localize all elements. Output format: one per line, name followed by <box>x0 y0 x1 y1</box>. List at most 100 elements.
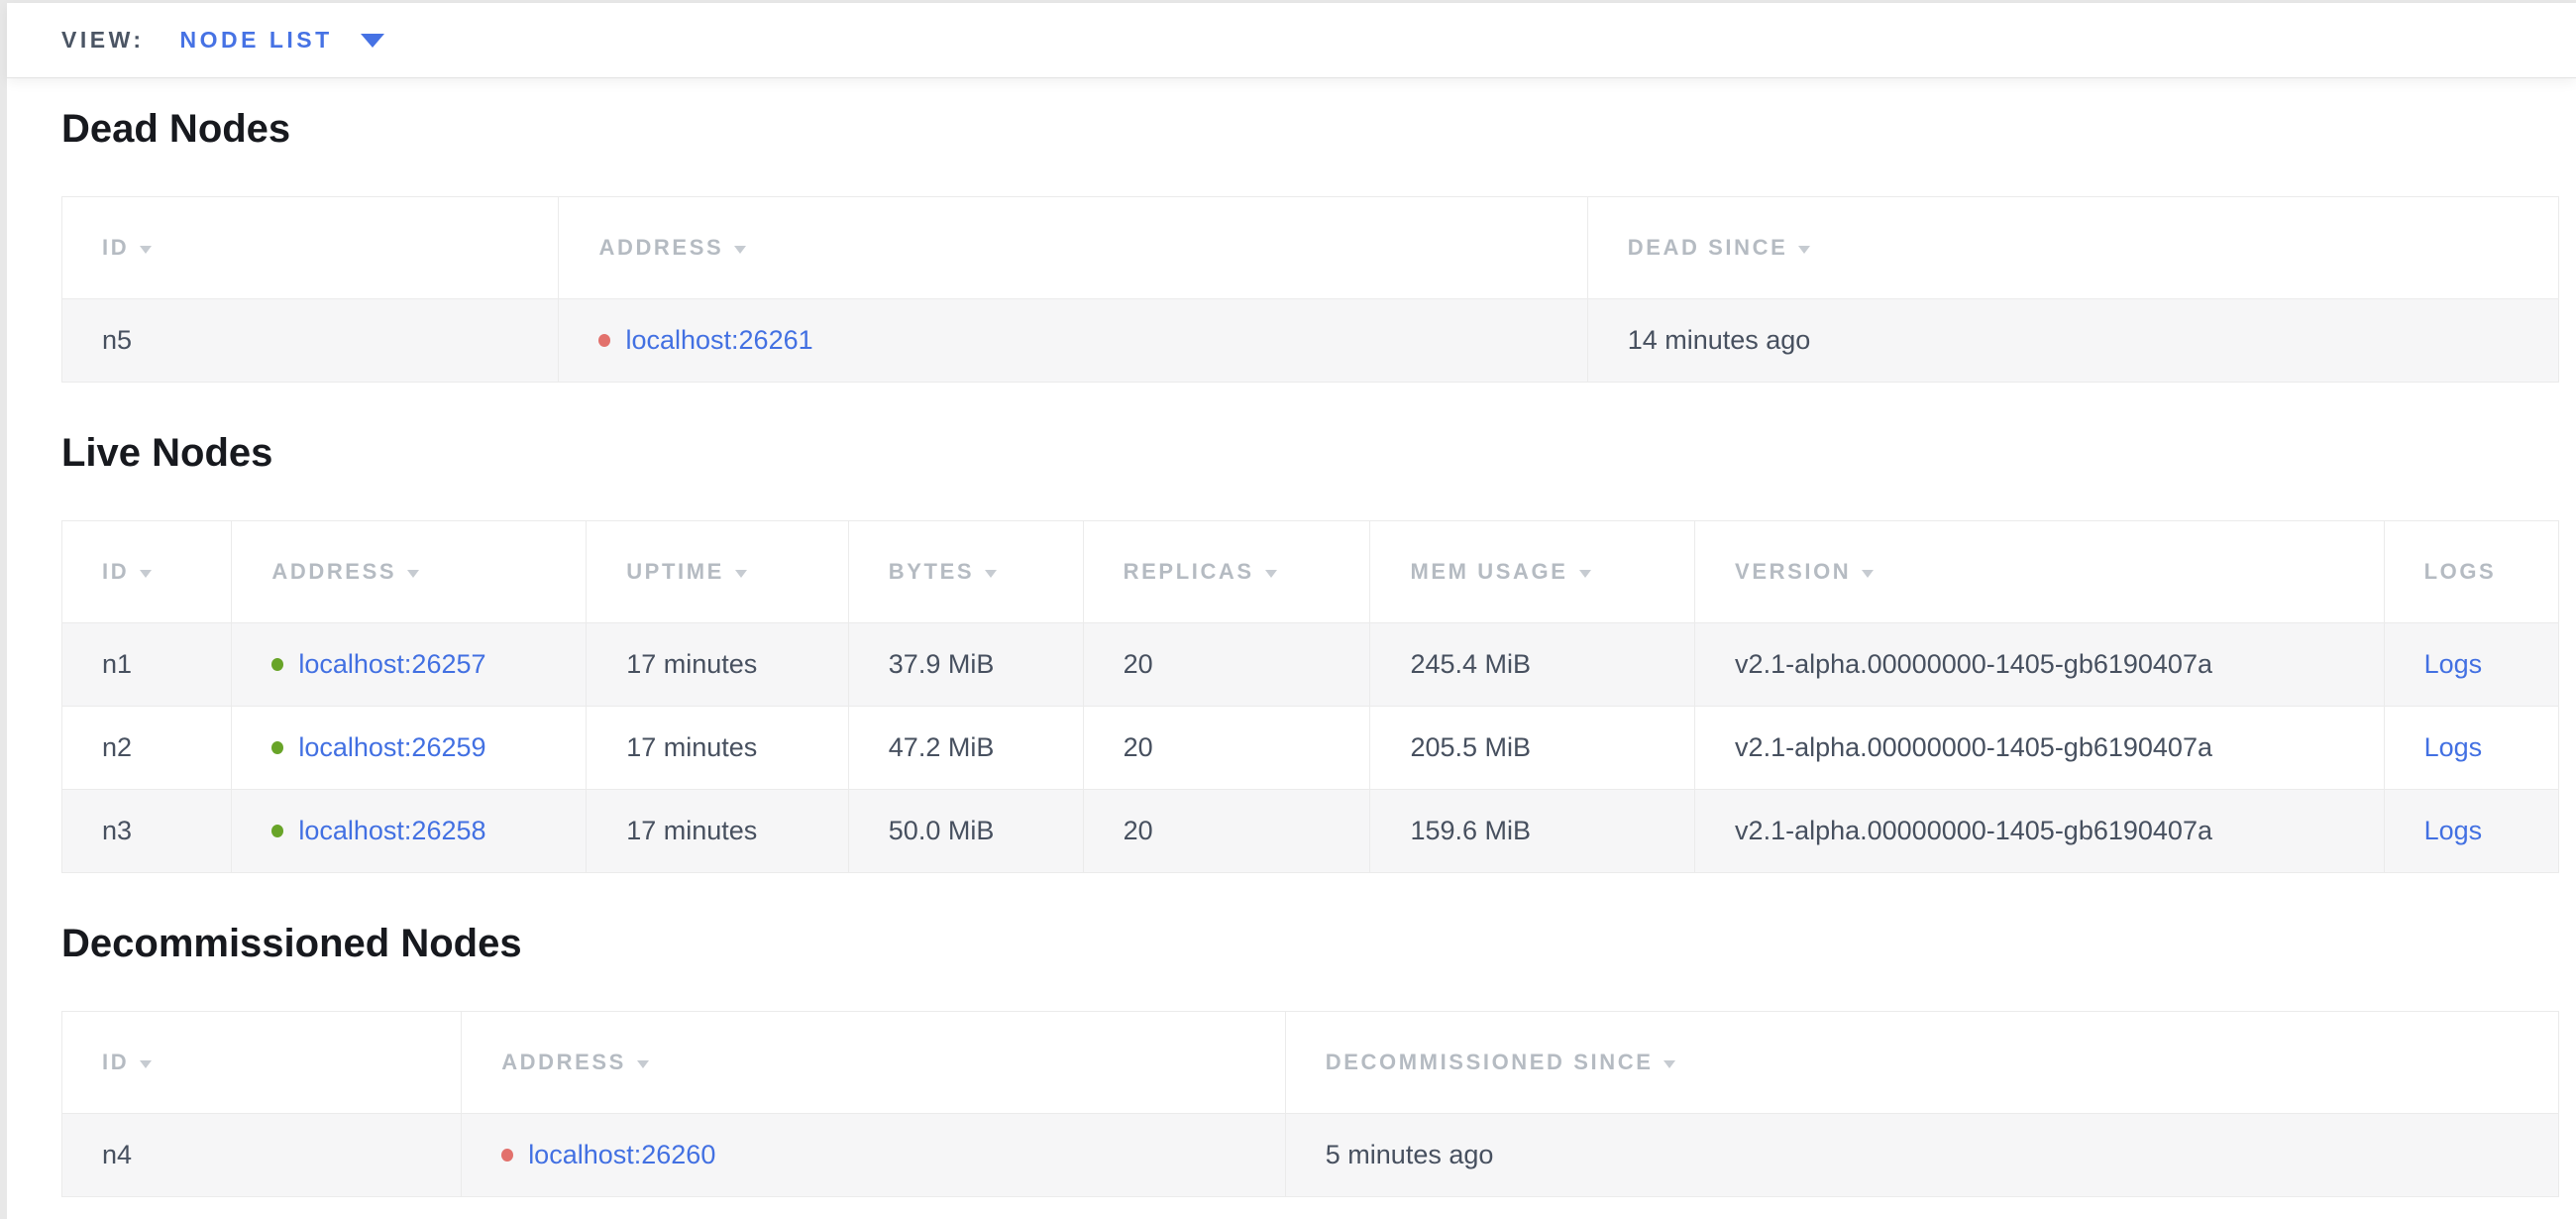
logs-link[interactable]: Logs <box>2424 816 2483 845</box>
sort-caret-icon <box>1862 570 1874 578</box>
column-header-label: BYTES <box>889 559 974 585</box>
table-cell: n5 <box>62 299 559 383</box>
address-link[interactable]: localhost:26259 <box>298 732 485 763</box>
table-cell: 50.0 MiB <box>848 790 1083 873</box>
dead-node-status-dot-icon <box>598 334 610 347</box>
live-nodes-table: ID ADDRESS UPTIME BYTES REPLICAS MEM USAGE VER… <box>61 520 2559 873</box>
address-link[interactable]: localhost:26260 <box>528 1140 715 1170</box>
view-dropdown-value: NODE LIST <box>180 27 333 54</box>
column-header-replicas[interactable]: REPLICAS <box>1083 521 1370 623</box>
column-header-label: ADDRESS <box>501 1050 626 1075</box>
logs-cell: Logs <box>2384 623 2558 707</box>
address-cell: localhost:26257 <box>232 623 587 707</box>
chevron-down-icon <box>361 34 384 48</box>
sort-caret-icon <box>1265 570 1277 578</box>
section-title: Live Nodes <box>61 429 2559 477</box>
address-cell: localhost:26260 <box>462 1114 1286 1197</box>
view-label: VIEW: <box>61 27 145 54</box>
column-header-id[interactable]: ID <box>62 521 232 623</box>
live-nodes-section: Live Nodes ID ADDRESS UPTIME BYTES REPLICAS M… <box>61 429 2559 873</box>
address-link[interactable]: localhost:26257 <box>298 649 485 680</box>
sort-caret-icon <box>407 570 419 578</box>
page: VIEW: NODE LIST Dead Nodes ID ADDRESS DEAD… <box>7 3 2576 1219</box>
table-cell: 20 <box>1083 707 1370 790</box>
table-cell: n3 <box>62 790 232 873</box>
table-cell: 20 <box>1083 790 1370 873</box>
table-cell: 159.6 MiB <box>1370 790 1695 873</box>
view-selector-bar: VIEW: NODE LIST <box>7 3 2576 78</box>
logs-cell: Logs <box>2384 790 2558 873</box>
decommissioned-nodes-section: Decommissioned Nodes ID ADDRESS DECOMMISSI… <box>61 920 2559 1197</box>
decommissioned-nodes-table: ID ADDRESS DECOMMISSIONED SINCE n4 localhost… <box>61 1011 2559 1197</box>
logs-link[interactable]: Logs <box>2424 649 2483 679</box>
table-cell: 14 minutes ago <box>1587 299 2558 383</box>
table-cell: v2.1-alpha.00000000-1405-gb6190407a <box>1695 707 2385 790</box>
column-header-label: ID <box>102 235 129 261</box>
sort-caret-icon <box>1798 246 1810 254</box>
address-cell: localhost:26261 <box>559 299 1587 383</box>
live-node-status-dot-icon <box>271 741 283 754</box>
column-header-label: UPTIME <box>626 559 724 585</box>
sort-caret-icon <box>1579 570 1591 578</box>
sort-caret-icon <box>140 246 152 254</box>
table-row: n2 localhost:26259 17 minutes47.2 MiB20205… <box>62 707 2559 790</box>
dead-node-status-dot-icon <box>501 1149 513 1162</box>
address-link[interactable]: localhost:26261 <box>625 325 812 356</box>
column-header-logs: LOGS <box>2384 521 2558 623</box>
live-node-status-dot-icon <box>271 658 283 671</box>
table-cell: 47.2 MiB <box>848 707 1083 790</box>
table-cell: n2 <box>62 707 232 790</box>
column-header-label: ADDRESS <box>598 235 723 261</box>
column-header-address[interactable]: ADDRESS <box>462 1012 1286 1114</box>
address-cell: localhost:26259 <box>232 707 587 790</box>
table-cell: 17 minutes <box>587 790 849 873</box>
column-header-dead-since[interactable]: DEAD SINCE <box>1587 197 2558 299</box>
address-link[interactable]: localhost:26258 <box>298 816 485 846</box>
column-header-id[interactable]: ID <box>62 197 559 299</box>
address-cell: localhost:26258 <box>232 790 587 873</box>
dead-nodes-table: ID ADDRESS DEAD SINCE n5 localhost:26261 14 m… <box>61 196 2559 383</box>
logs-cell: Logs <box>2384 707 2558 790</box>
column-header-decommissioned-since[interactable]: DECOMMISSIONED SINCE <box>1285 1012 2558 1114</box>
table-cell: n4 <box>62 1114 462 1197</box>
view-dropdown[interactable]: NODE LIST <box>180 27 384 54</box>
sort-caret-icon <box>140 1060 152 1068</box>
column-header-label: ADDRESS <box>271 559 396 585</box>
table-cell: 205.5 MiB <box>1370 707 1695 790</box>
column-header-bytes[interactable]: BYTES <box>848 521 1083 623</box>
table-cell: 245.4 MiB <box>1370 623 1695 707</box>
column-header-address[interactable]: ADDRESS <box>232 521 587 623</box>
column-header-mem-usage[interactable]: MEM USAGE <box>1370 521 1695 623</box>
section-title: Dead Nodes <box>61 105 2559 153</box>
table-header-row: ID ADDRESS UPTIME BYTES REPLICAS MEM USAGE VER… <box>62 521 2559 623</box>
column-header-label: MEM USAGE <box>1410 559 1567 585</box>
table-cell: v2.1-alpha.00000000-1405-gb6190407a <box>1695 623 2385 707</box>
section-title: Decommissioned Nodes <box>61 920 2559 967</box>
table-cell: 37.9 MiB <box>848 623 1083 707</box>
table-header-row: ID ADDRESS DECOMMISSIONED SINCE <box>62 1012 2559 1114</box>
table-cell: 17 minutes <box>587 707 849 790</box>
sort-caret-icon <box>735 570 747 578</box>
column-header-address[interactable]: ADDRESS <box>559 197 1587 299</box>
column-header-uptime[interactable]: UPTIME <box>587 521 849 623</box>
sort-caret-icon <box>637 1060 649 1068</box>
dead-nodes-section: Dead Nodes ID ADDRESS DEAD SINCE n5 localhos… <box>61 105 2559 383</box>
table-row: n5 localhost:26261 14 minutes ago <box>62 299 2559 383</box>
column-header-id[interactable]: ID <box>62 1012 462 1114</box>
column-header-version[interactable]: VERSION <box>1695 521 2385 623</box>
node-list-content: Dead Nodes ID ADDRESS DEAD SINCE n5 localhos… <box>7 105 2576 1197</box>
logs-link[interactable]: Logs <box>2424 732 2483 762</box>
sort-caret-icon <box>140 570 152 578</box>
table-cell: 17 minutes <box>587 623 849 707</box>
sort-caret-icon <box>1664 1060 1675 1068</box>
table-cell: 5 minutes ago <box>1285 1114 2558 1197</box>
column-header-label: DECOMMISSIONED SINCE <box>1326 1050 1654 1075</box>
live-node-status-dot-icon <box>271 825 283 837</box>
column-header-label: LOGS <box>2424 559 2497 585</box>
sort-caret-icon <box>734 246 746 254</box>
column-header-label: VERSION <box>1735 559 1851 585</box>
column-header-label: REPLICAS <box>1124 559 1254 585</box>
column-header-label: DEAD SINCE <box>1628 235 1788 261</box>
table-cell: n1 <box>62 623 232 707</box>
column-header-label: ID <box>102 559 129 585</box>
